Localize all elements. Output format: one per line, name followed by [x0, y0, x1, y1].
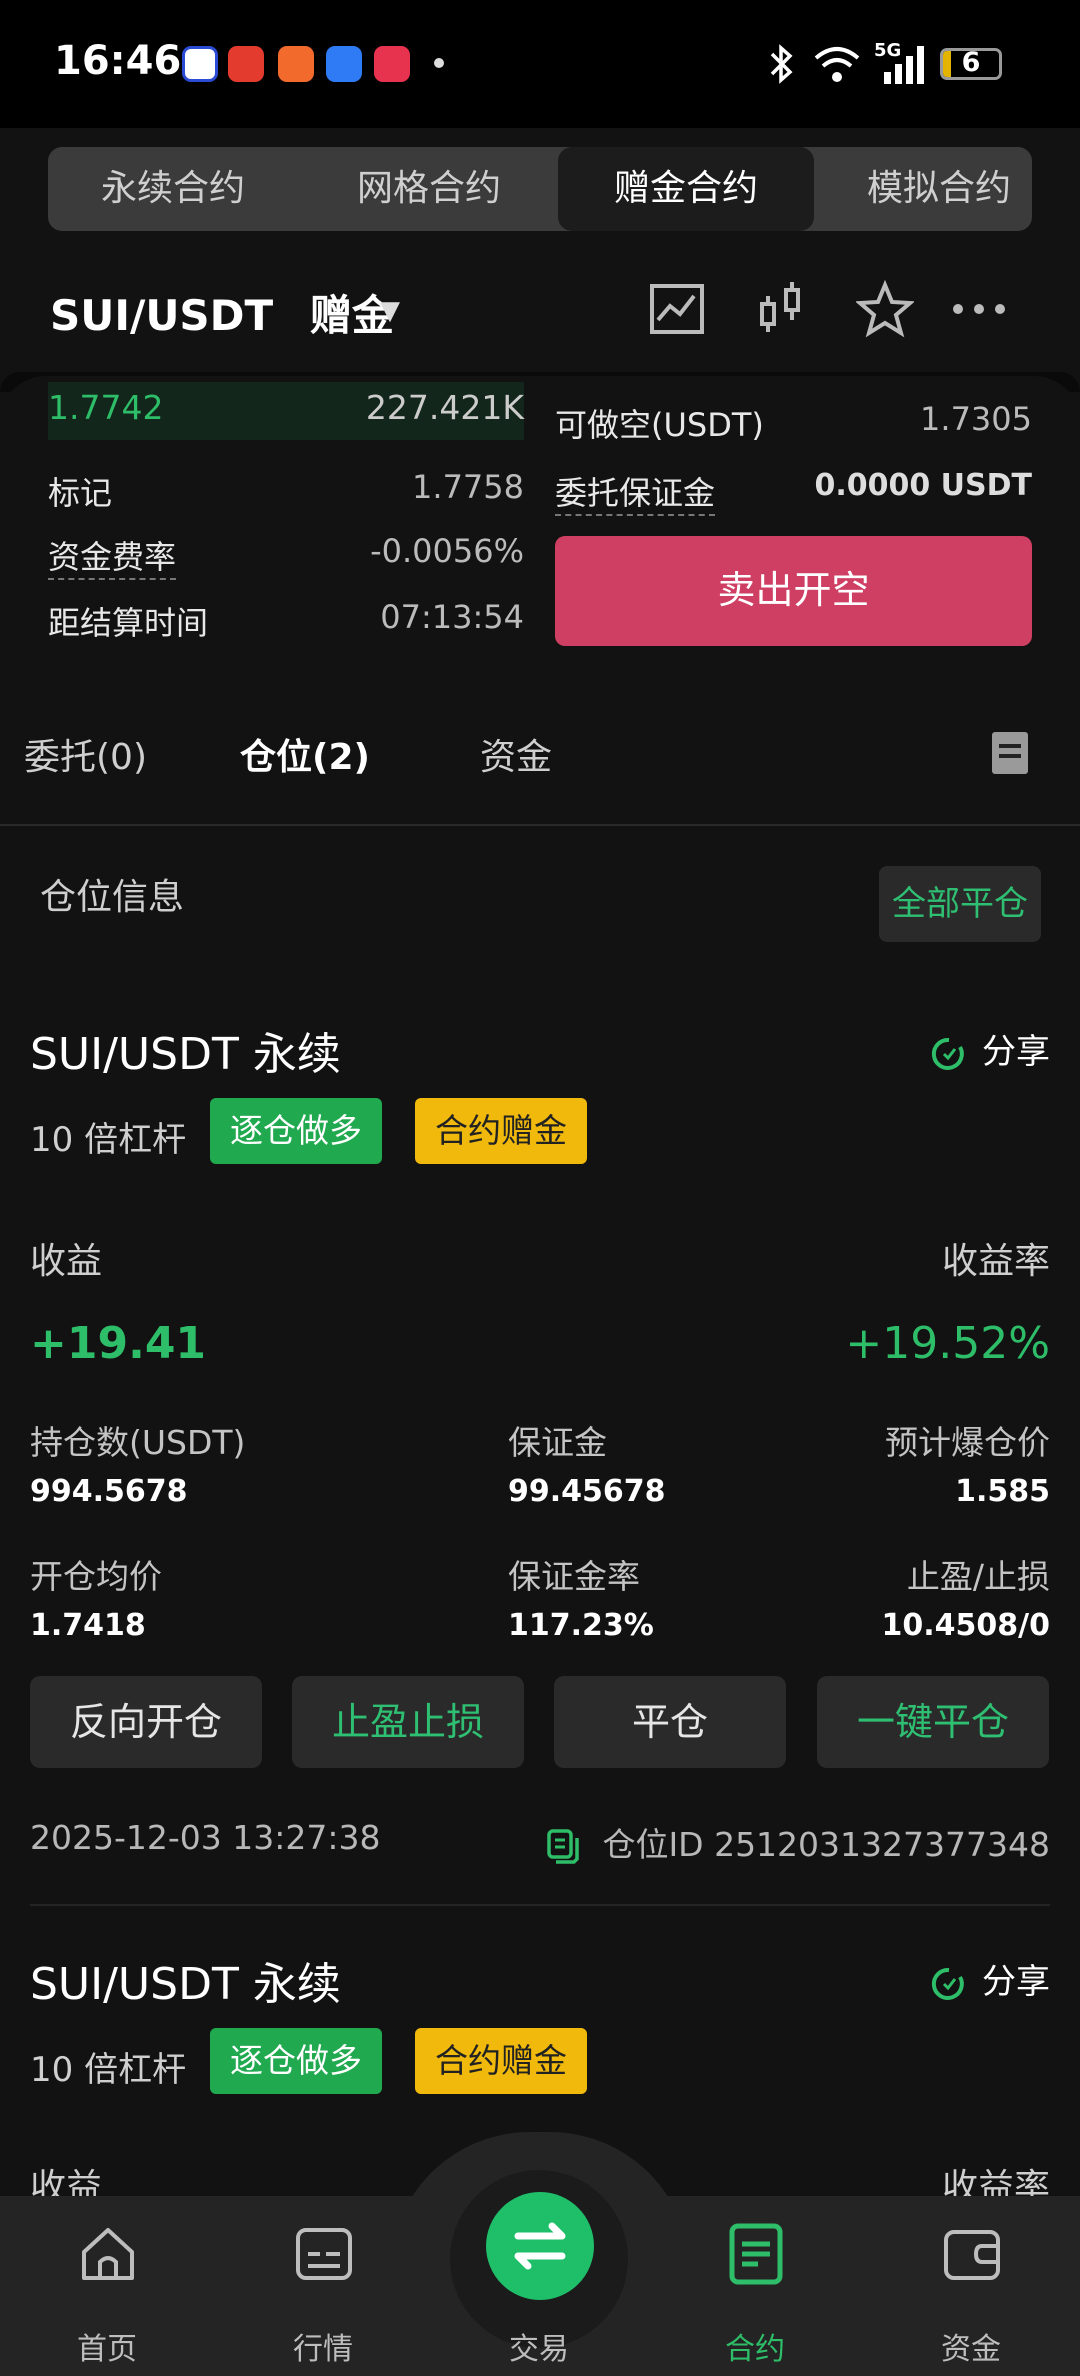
pair-name: SUI/USDT — [50, 291, 274, 340]
position-id[interactable]: 仓位ID 2512031327377348 — [546, 1818, 1050, 1866]
share-label: 分享 — [982, 1962, 1050, 2002]
position-title: SUI/USDT 永续 — [30, 1029, 341, 1080]
more-icon[interactable] — [950, 280, 1008, 338]
nav-trade-label: 交易 — [509, 2332, 569, 2367]
share-icon — [931, 1037, 964, 1070]
pnl-value: +19.41 — [30, 1318, 207, 1369]
app-notification-icon — [374, 46, 410, 82]
funding-label: 资金费率 — [48, 532, 177, 580]
app-notification-icon — [182, 46, 218, 82]
nav-market-label: 行情 — [293, 2332, 353, 2367]
entry-price-value: 1.7418 — [30, 1608, 146, 1643]
chevron-down-icon[interactable]: ▼ — [380, 296, 400, 326]
app-notification-icon — [326, 46, 362, 82]
tab-orders[interactable]: 委托(0) — [24, 728, 147, 780]
settle-value: 07:13:54 — [380, 598, 524, 636]
nav-home-label: 首页 — [77, 2332, 137, 2367]
nav-contract-label: 合约 — [725, 2332, 785, 2367]
tab-demo[interactable]: 模拟合约 — [814, 147, 1032, 231]
mode-badge: 逐仓做多 — [210, 1098, 382, 1164]
one-click-close-button[interactable]: 一键平仓 — [817, 1676, 1049, 1768]
order-margin-value: 0.0000 USDT — [814, 468, 1032, 503]
contract-icon — [729, 2223, 783, 2285]
pair-header: SUI/USDT 赠金 ▼ — [0, 260, 1080, 360]
tpsl-label: 止盈/止损 — [906, 1557, 1050, 1596]
position-time: 2025-12-03 13:27:38 — [30, 1818, 381, 1857]
bonus-badge: 合约赠金 — [415, 2028, 587, 2094]
short-available-label: 可做空(USDT) — [555, 406, 764, 444]
mark-value: 1.7758 — [412, 468, 524, 506]
swap-icon — [514, 2222, 566, 2270]
status-bar: 16:46 5G 6 — [0, 0, 1080, 128]
size-value: 994.5678 — [30, 1474, 188, 1509]
toutiao-notification-icon — [228, 46, 264, 82]
app-notification-icon — [278, 46, 314, 82]
more-notifications-dot — [434, 58, 444, 68]
orderbook-row[interactable]: 1.7742 227.421K — [48, 382, 524, 440]
card-divider — [30, 1904, 1050, 1906]
entry-price-label: 开仓均价 — [30, 1557, 162, 1596]
share-button[interactable]: 分享 — [930, 1024, 1050, 1073]
order-margin-label[interactable]: 委托保证金 — [555, 468, 716, 516]
tab-bonus[interactable]: 赠金合约 — [558, 147, 814, 231]
chart-icon[interactable] — [648, 280, 706, 338]
share-label: 分享 — [982, 1032, 1050, 1072]
bonus-badge: 合约赠金 — [415, 1098, 587, 1164]
wifi-icon — [814, 47, 860, 82]
margin-label: 保证金 — [508, 1423, 607, 1462]
document-icon[interactable] — [990, 730, 1030, 776]
funding-value: -0.0056% — [370, 532, 524, 570]
tpsl-value: 10.4508/0 — [881, 1608, 1050, 1643]
home-icon — [82, 2228, 134, 2280]
settle-label: 距结算时间 — [48, 604, 209, 642]
tab-funds[interactable]: 资金 — [480, 728, 552, 780]
trade-button[interactable] — [486, 2192, 594, 2300]
battery-level: 6 — [961, 48, 981, 78]
market-icon — [296, 2228, 352, 2280]
signal-icon — [884, 46, 924, 84]
tab-grid[interactable]: 网格合约 — [304, 147, 554, 231]
star-icon[interactable] — [856, 280, 914, 338]
tab-positions[interactable]: 仓位(2) — [240, 728, 370, 780]
candlestick-icon[interactable] — [752, 280, 810, 338]
wallet-icon — [944, 2230, 1000, 2280]
reverse-open-button[interactable]: 反向开仓 — [30, 1676, 262, 1768]
battery-icon: 6 — [940, 48, 1002, 80]
roi-value: +19.52% — [845, 1318, 1050, 1369]
leverage-label: 10 倍杠杆 — [30, 2050, 187, 2090]
orderbook-price: 1.7742 — [48, 388, 164, 427]
mark-label: 标记 — [48, 474, 113, 512]
liq-price-value: 1.585 — [955, 1474, 1050, 1509]
leverage-label: 10 倍杠杆 — [30, 1120, 187, 1160]
liq-price-label: 预计爆仓价 — [885, 1423, 1050, 1462]
position-id-text: 仓位ID 2512031327377348 — [602, 1825, 1050, 1864]
positions-title: 仓位信息 — [40, 877, 185, 918]
pnl-label: 收益 — [30, 1241, 103, 1282]
position-title: SUI/USDT 永续 — [30, 1959, 341, 2010]
close-position-button[interactable]: 平仓 — [554, 1676, 786, 1768]
tpsl-button[interactable]: 止盈止损 — [292, 1676, 524, 1768]
orderbook-amount: 227.421K — [365, 388, 524, 427]
bluetooth-icon — [770, 44, 793, 84]
sell-short-button[interactable]: 卖出开空 — [555, 536, 1032, 646]
status-time: 16:46 — [54, 38, 182, 84]
short-available-value: 1.7305 — [920, 400, 1032, 438]
position-subtabs: 委托(0) 仓位(2) 资金 — [0, 700, 1080, 826]
roi-label: 收益率 — [941, 1241, 1050, 1282]
tab-perpetual[interactable]: 永续合约 — [48, 147, 298, 231]
pair-selector[interactable]: SUI/USDT 赠金 — [50, 282, 394, 343]
size-label: 持仓数(USDT) — [30, 1423, 246, 1462]
mode-badge: 逐仓做多 — [210, 2028, 382, 2094]
position-card: SUI/USDT 永续 分享 10 倍杠杆 逐仓做多 合约赠金 收益 收益率 +… — [0, 1010, 1080, 1880]
share-button[interactable]: 分享 — [930, 1954, 1050, 2003]
margin-ratio-value: 117.23% — [508, 1608, 654, 1643]
nav-wallet-label: 资金 — [941, 2332, 1001, 2367]
contract-type-tabs: 永续合约 网格合约 赠金合约 模拟合约 — [48, 147, 1032, 231]
close-all-button[interactable]: 全部平仓 — [879, 866, 1041, 942]
copy-icon — [547, 1828, 580, 1864]
margin-ratio-label: 保证金率 — [508, 1557, 640, 1596]
margin-value: 99.45678 — [508, 1474, 666, 1509]
share-icon — [931, 1967, 964, 2000]
